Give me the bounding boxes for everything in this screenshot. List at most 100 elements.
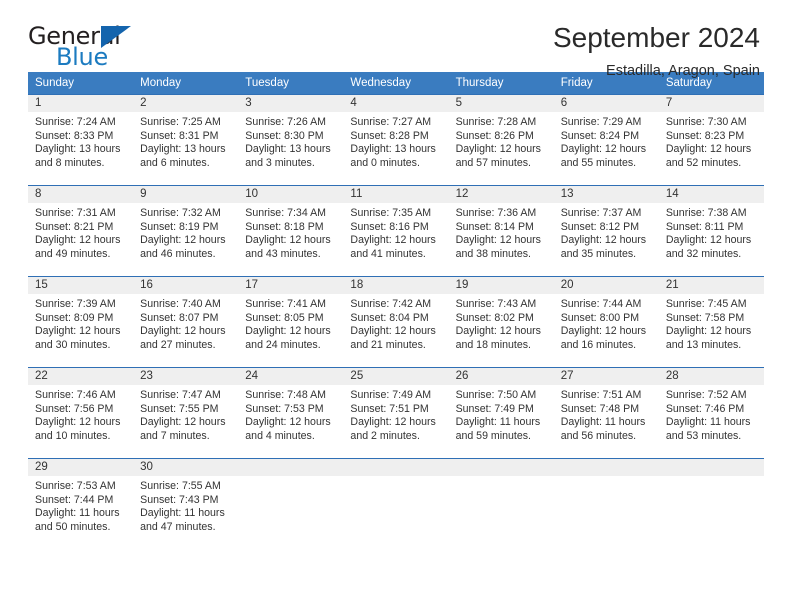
daylight-text-line2: and 30 minutes. <box>35 338 111 351</box>
day-number: 9 <box>133 186 239 203</box>
calendar-weeks: 1 Sunrise: 7:24 AM Sunset: 8:33 PM Daylight… <box>28 94 764 541</box>
sunrise-text: Sunrise: 7:55 AM <box>140 480 221 492</box>
daylight-text-line2: and 7 minutes. <box>140 429 210 442</box>
calendar-day-cell-empty <box>658 459 764 541</box>
day-number: 1 <box>28 95 134 112</box>
day-number: 24 <box>238 368 344 385</box>
calendar-day-cell[interactable]: 15 Sunrise: 7:39 AM Sunset: 8:09 PM Dayligh… <box>28 277 134 359</box>
logo-text-blue: Blue <box>56 43 108 71</box>
daylight-text-line1: Daylight: 11 hours <box>140 507 225 520</box>
calendar-day-cell[interactable]: 12 Sunrise: 7:36 AM Sunset: 8:14 PM Dayligh… <box>448 186 554 268</box>
calendar-day-cell-empty <box>343 459 449 541</box>
sunset-text: Sunset: 8:02 PM <box>455 311 534 324</box>
daylight-text-line2: and 2 minutes. <box>350 429 420 442</box>
sunset-text: Sunset: 8:31 PM <box>140 129 219 142</box>
calendar-day-cell[interactable]: 5 Sunrise: 7:28 AM Sunset: 8:26 PM Daylight… <box>448 95 554 177</box>
calendar-day-cell[interactable]: 17 Sunrise: 7:41 AM Sunset: 8:05 PM Dayligh… <box>238 277 344 359</box>
calendar-day-cell[interactable]: 7 Sunrise: 7:30 AM Sunset: 8:23 PM Daylight… <box>658 95 764 177</box>
weekday-friday: Friday <box>560 77 593 89</box>
calendar-day-cell[interactable]: 14 Sunrise: 7:38 AM Sunset: 8:11 PM Dayligh… <box>658 186 764 268</box>
daylight-text-line1: Daylight: 11 hours <box>560 416 646 429</box>
daylight-text-line2: and 8 minutes. <box>35 156 105 169</box>
calendar-day-cell[interactable]: 13 Sunrise: 7:37 AM Sunset: 8:12 PM Dayligh… <box>553 186 659 268</box>
day-number: 19 <box>448 277 554 294</box>
daylight-text-line2: and 47 minutes. <box>140 520 216 533</box>
sunset-text: Sunset: 8:14 PM <box>455 220 534 233</box>
sunset-text: Sunset: 8:05 PM <box>245 311 324 324</box>
calendar-day-cell[interactable]: 22 Sunrise: 7:46 AM Sunset: 7:56 PM Dayligh… <box>28 368 134 450</box>
sunset-text: Sunset: 7:51 PM <box>350 402 429 415</box>
sunset-text: Sunset: 7:49 PM <box>455 402 534 415</box>
day-details: Sunrise: 7:39 AM Sunset: 8:09 PM Daylight:… <box>28 294 133 352</box>
day-details: Sunrise: 7:46 AM Sunset: 7:56 PM Daylight:… <box>28 385 133 443</box>
day-details: Sunrise: 7:28 AM Sunset: 8:26 PM Daylight:… <box>449 112 554 170</box>
sunset-text: Sunset: 8:30 PM <box>245 129 324 142</box>
sunrise-text: Sunrise: 7:36 AM <box>455 207 537 219</box>
sunrise-text: Sunrise: 7:29 AM <box>560 116 642 128</box>
day-details <box>343 476 448 480</box>
calendar-day-cell[interactable]: 26 Sunrise: 7:50 AM Sunset: 7:49 PM Dayligh… <box>448 368 554 450</box>
daylight-text-line2: and 6 minutes. <box>140 156 210 169</box>
calendar-day-cell[interactable]: 9 Sunrise: 7:32 AM Sunset: 8:19 PM Daylight… <box>133 186 239 268</box>
sunrise-text: Sunrise: 7:51 AM <box>560 389 642 401</box>
day-details: Sunrise: 7:25 AM Sunset: 8:31 PM Daylight:… <box>133 112 238 170</box>
daylight-text-line1: Daylight: 11 hours <box>665 416 751 429</box>
calendar-day-cell[interactable]: 23 Sunrise: 7:47 AM Sunset: 7:55 PM Dayligh… <box>133 368 239 450</box>
day-number: 18 <box>343 277 449 294</box>
calendar-day-cell[interactable]: 29 Sunrise: 7:53 AM Sunset: 7:44 PM Dayligh… <box>28 459 134 541</box>
calendar-day-cell[interactable]: 10 Sunrise: 7:34 AM Sunset: 8:18 PM Dayligh… <box>238 186 344 268</box>
daylight-text-line2: and 59 minutes. <box>455 429 531 442</box>
daylight-text-line2: and 27 minutes. <box>140 338 216 351</box>
calendar-day-cell[interactable]: 30 Sunrise: 7:55 AM Sunset: 7:43 PM Dayligh… <box>133 459 239 541</box>
daylight-text-line2: and 52 minutes. <box>665 156 742 169</box>
sunset-text: Sunset: 8:00 PM <box>560 311 640 324</box>
sunrise-text: Sunrise: 7:44 AM <box>560 298 642 310</box>
day-number: 30 <box>133 459 239 476</box>
sunrise-text: Sunrise: 7:37 AM <box>560 207 642 219</box>
calendar-page: General Blue September 2024 Estadilla, A… <box>0 0 792 612</box>
sunrise-text: Sunrise: 7:42 AM <box>350 298 432 310</box>
calendar-day-cell[interactable]: 21 Sunrise: 7:45 AM Sunset: 7:58 PM Dayligh… <box>658 277 764 359</box>
day-details: Sunrise: 7:44 AM Sunset: 8:00 PM Daylight:… <box>554 294 659 352</box>
calendar-day-cell[interactable]: 8 Sunrise: 7:31 AM Sunset: 8:21 PM Daylight… <box>28 186 134 268</box>
daylight-text-line2: and 53 minutes. <box>665 429 742 442</box>
calendar-day-cell[interactable]: 16 Sunrise: 7:40 AM Sunset: 8:07 PM Dayligh… <box>133 277 239 359</box>
day-number: 8 <box>28 186 134 203</box>
calendar-day-cell[interactable]: 28 Sunrise: 7:52 AM Sunset: 7:46 PM Dayligh… <box>658 368 764 450</box>
calendar-day-cell[interactable]: 11 Sunrise: 7:35 AM Sunset: 8:16 PM Dayligh… <box>343 186 449 268</box>
day-details: Sunrise: 7:42 AM Sunset: 8:04 PM Daylight:… <box>343 294 448 352</box>
daylight-text-line2: and 55 minutes. <box>560 156 637 169</box>
page-header: General Blue September 2024 Estadilla, A… <box>28 0 764 79</box>
daylight-text-line1: Daylight: 12 hours <box>140 325 226 338</box>
calendar-day-cell[interactable]: 3 Sunrise: 7:26 AM Sunset: 8:30 PM Daylight… <box>238 95 344 177</box>
sunrise-text: Sunrise: 7:24 AM <box>35 116 116 128</box>
daylight-text-line1: Daylight: 12 hours <box>665 325 752 338</box>
calendar-day-cell[interactable]: 24 Sunrise: 7:48 AM Sunset: 7:53 PM Dayligh… <box>238 368 344 450</box>
sunset-text: Sunset: 8:09 PM <box>35 311 114 324</box>
day-details: Sunrise: 7:41 AM Sunset: 8:05 PM Daylight:… <box>238 294 343 352</box>
daylight-text-line2: and 16 minutes. <box>560 338 637 351</box>
calendar-day-cell[interactable]: 20 Sunrise: 7:44 AM Sunset: 8:00 PM Dayligh… <box>553 277 659 359</box>
calendar-day-cell[interactable]: 18 Sunrise: 7:42 AM Sunset: 8:04 PM Dayligh… <box>343 277 449 359</box>
calendar-day-cell[interactable]: 2 Sunrise: 7:25 AM Sunset: 8:31 PM Daylight… <box>133 95 239 177</box>
calendar-day-cell[interactable]: 25 Sunrise: 7:49 AM Sunset: 7:51 PM Dayligh… <box>343 368 449 450</box>
calendar-week-row: 8 Sunrise: 7:31 AM Sunset: 8:21 PM Daylight… <box>28 185 764 268</box>
sunset-text: Sunset: 7:48 PM <box>560 402 640 415</box>
sunrise-text: Sunrise: 7:27 AM <box>350 116 432 128</box>
daylight-text-line1: Daylight: 12 hours <box>560 325 647 338</box>
sunrise-text: Sunrise: 7:45 AM <box>665 298 747 310</box>
calendar-day-cell[interactable]: 6 Sunrise: 7:29 AM Sunset: 8:24 PM Daylight… <box>553 95 659 177</box>
calendar-day-cell[interactable]: 27 Sunrise: 7:51 AM Sunset: 7:48 PM Dayligh… <box>553 368 659 450</box>
calendar-day-cell-empty <box>238 459 344 541</box>
daylight-text-line2: and 38 minutes. <box>455 247 531 260</box>
weekday-header-row: Sunday Monday Tuesday Wednesday Thursday… <box>28 72 764 94</box>
day-details: Sunrise: 7:51 AM Sunset: 7:48 PM Daylight:… <box>554 385 659 443</box>
general-blue-logo[interactable]: General Blue <box>28 22 158 71</box>
calendar-day-cell[interactable]: 4 Sunrise: 7:27 AM Sunset: 8:28 PM Daylight… <box>343 95 449 177</box>
day-number: 17 <box>238 277 344 294</box>
day-number: 25 <box>343 368 449 385</box>
calendar-day-cell[interactable]: 1 Sunrise: 7:24 AM Sunset: 8:33 PM Daylight… <box>28 95 134 177</box>
daylight-text-line2: and 18 minutes. <box>455 338 531 351</box>
daylight-text-line2: and 56 minutes. <box>560 429 637 442</box>
calendar-day-cell[interactable]: 19 Sunrise: 7:43 AM Sunset: 8:02 PM Dayligh… <box>448 277 554 359</box>
